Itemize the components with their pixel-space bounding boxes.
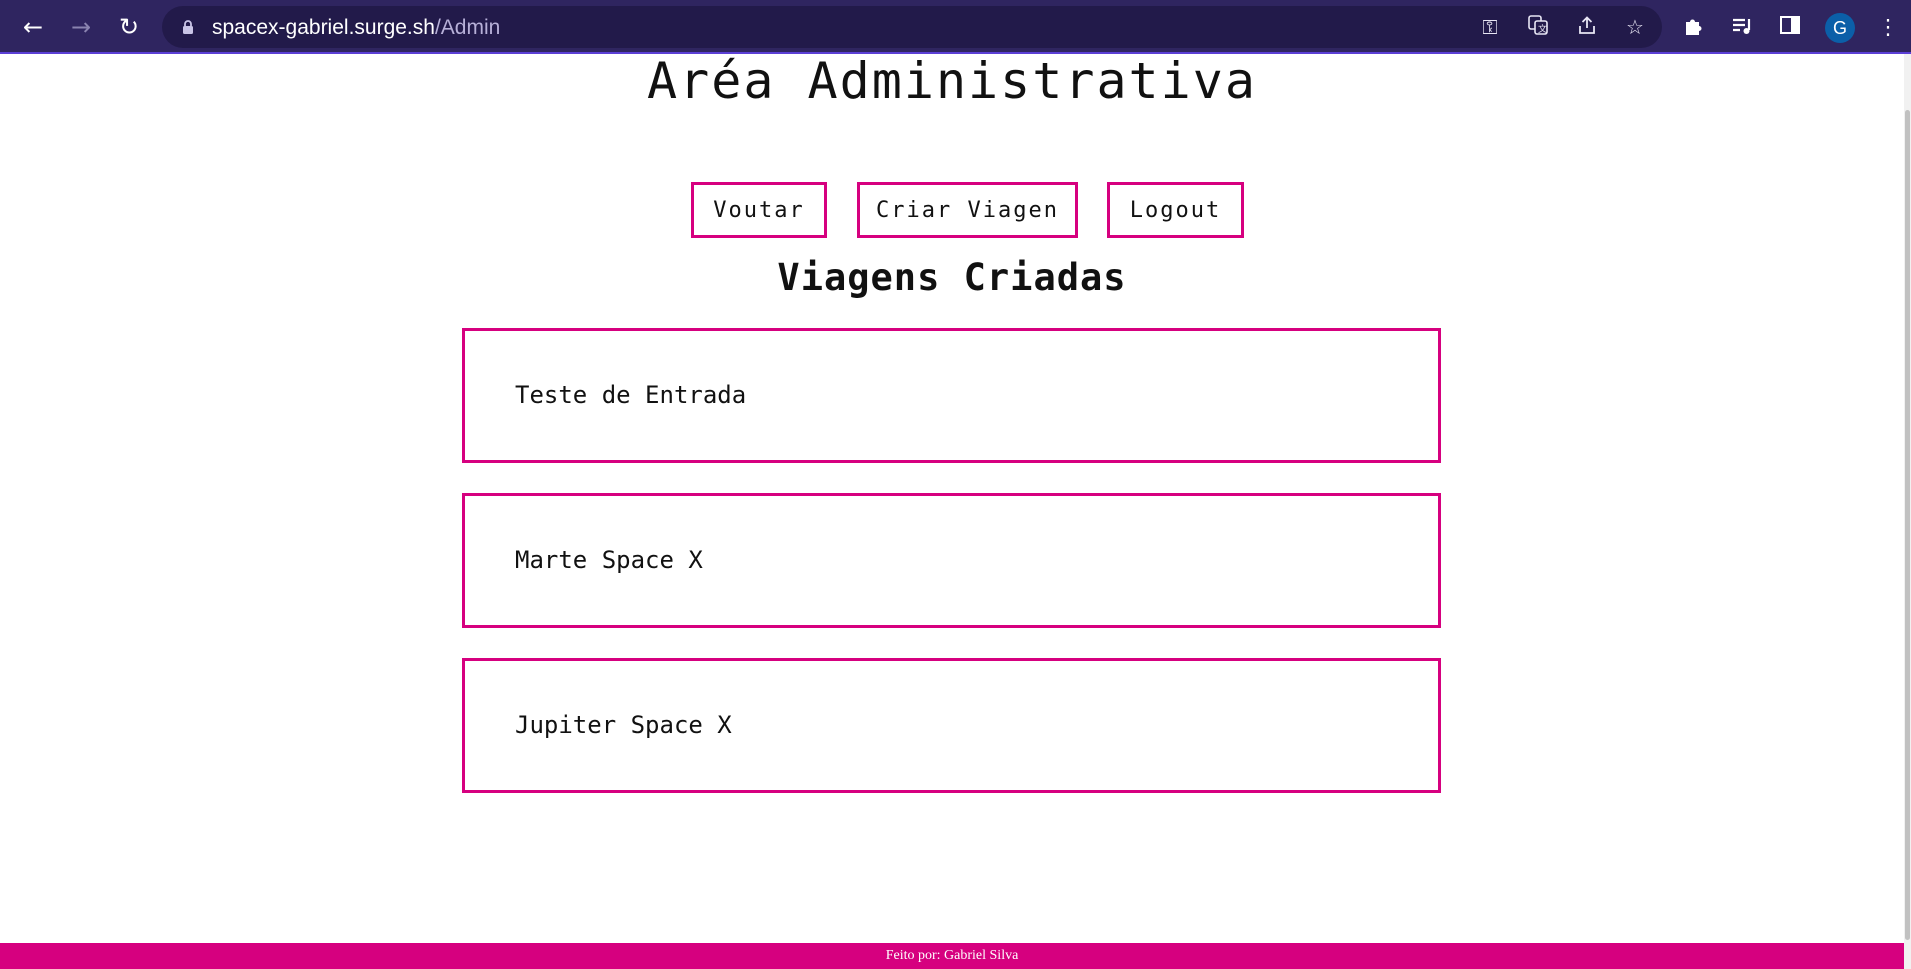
address-bar[interactable]: spacex-gabriel.surge.sh/Admin ⚿ 文 ☆ <box>162 6 1662 48</box>
voltar-button[interactable]: Voutar <box>691 182 827 238</box>
scrollbar-thumb[interactable] <box>1905 110 1910 940</box>
create-trip-button[interactable]: Criar Viagen <box>857 182 1078 238</box>
trip-card[interactable]: Marte Space X <box>462 493 1441 628</box>
section-title: Viagens Criadas <box>777 256 1127 299</box>
url-text[interactable]: spacex-gabriel.surge.sh/Admin <box>212 16 500 40</box>
star-icon[interactable]: ☆ <box>1622 14 1648 40</box>
lock-icon[interactable] <box>182 19 194 35</box>
share-icon[interactable] <box>1574 14 1600 40</box>
reload-icon[interactable]: ↻ <box>116 14 142 40</box>
trip-name: Jupiter Space X <box>515 711 732 739</box>
profile-avatar[interactable]: G <box>1825 13 1855 43</box>
side-panel-icon[interactable] <box>1777 14 1803 40</box>
key-icon[interactable]: ⚿ <box>1477 14 1503 40</box>
media-queue-icon[interactable] <box>1729 14 1755 40</box>
trip-name: Marte Space X <box>515 546 703 574</box>
menu-dots-icon[interactable]: ⋮ <box>1875 14 1901 40</box>
trip-name: Teste de Entrada <box>515 381 747 409</box>
back-arrow-icon[interactable]: ← <box>20 14 46 40</box>
url-path: /Admin <box>434 16 501 39</box>
logout-button[interactable]: Logout <box>1107 182 1244 238</box>
svg-text:文: 文 <box>1538 23 1547 35</box>
footer: Feito por: Gabriel Silva <box>0 943 1904 969</box>
page-title: Aréa Administrativa <box>647 52 1257 110</box>
url-host: spacex-gabriel.surge.sh <box>212 16 435 39</box>
browser-toolbar: ← → ↻ spacex-gabriel.surge.sh/Admin ⚿ 文 … <box>0 0 1911 54</box>
extensions-puzzle-icon[interactable] <box>1681 14 1707 40</box>
trip-card[interactable]: Teste de Entrada <box>462 328 1441 463</box>
forward-arrow-icon[interactable]: → <box>68 14 94 40</box>
translate-icon[interactable]: 文 <box>1525 14 1551 40</box>
trip-card[interactable]: Jupiter Space X <box>462 658 1441 793</box>
